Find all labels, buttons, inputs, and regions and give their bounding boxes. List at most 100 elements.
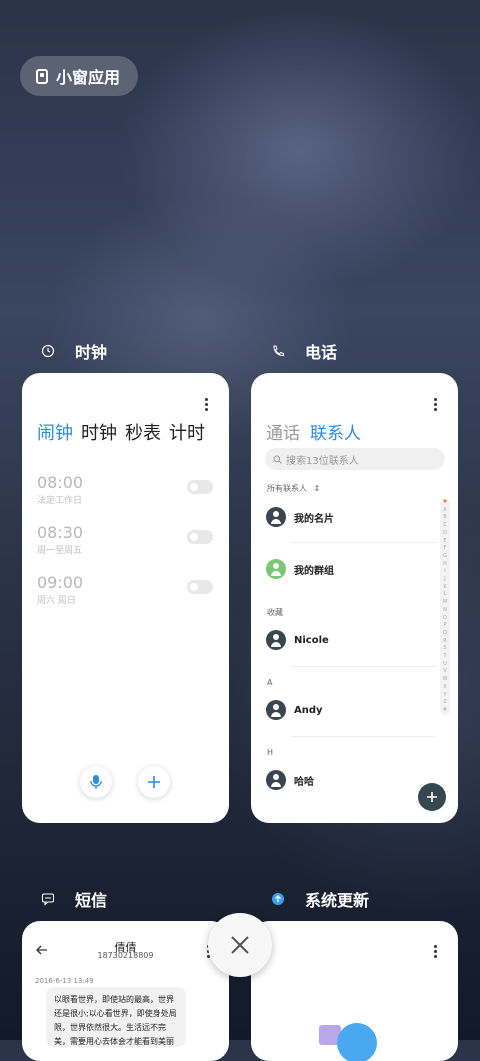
index-letter[interactable]: R	[440, 638, 450, 646]
index-letter[interactable]: Q	[440, 630, 450, 638]
index-letter[interactable]: A	[440, 507, 450, 515]
voice-alarm-button[interactable]	[80, 766, 112, 798]
my-groups-item[interactable]: 我的群组 ›	[266, 559, 448, 579]
index-letter[interactable]: E	[440, 538, 450, 546]
add-contact-button[interactable]	[418, 783, 446, 811]
section-h-label: H	[267, 748, 274, 757]
index-letter[interactable]: #	[440, 707, 450, 715]
my-card-item[interactable]: 我的名片	[266, 507, 334, 527]
index-letter[interactable]: K	[440, 584, 450, 592]
index-letter[interactable]: Y	[440, 692, 450, 700]
avatar	[266, 770, 286, 790]
contact-item[interactable]: 哈哈	[266, 770, 314, 790]
contact-name: Nicole	[294, 634, 329, 646]
avatar	[266, 507, 286, 527]
update-app-card[interactable]	[251, 921, 458, 1061]
tab-timer[interactable]: 计时	[169, 419, 205, 445]
index-letter[interactable]: P	[440, 622, 450, 630]
alphabet-index-scrollbar[interactable]: ♥ A B C D E F G H I J K L M N O P Q R S T U V W X Y Z #	[440, 499, 450, 715]
index-letter[interactable]: F	[440, 545, 450, 553]
index-letter[interactable]: M	[440, 599, 450, 607]
index-letter[interactable]: ♥	[440, 499, 450, 507]
phone-tabs: 通话 联系人	[266, 419, 361, 444]
phone-app-title: 电话	[305, 343, 338, 362]
update-app-header: 系统更新	[271, 887, 369, 911]
contact-name: Andy	[294, 704, 323, 716]
alarm-toggle[interactable]	[187, 580, 213, 594]
close-icon	[231, 936, 249, 954]
index-letter[interactable]: L	[440, 591, 450, 599]
sms-app-header: 短信	[41, 887, 107, 911]
tab-contacts[interactable]: 联系人	[310, 419, 361, 444]
message-bubble: 以眼看世界，即使站的最高，世界还是很小;以心看世界，即使身处局限，世界依然很大。…	[46, 987, 186, 1047]
more-options-icon[interactable]	[434, 398, 438, 411]
favorites-label: 收藏	[267, 608, 283, 617]
close-all-button[interactable]	[208, 913, 272, 977]
update-app-title: 系统更新	[305, 891, 370, 910]
alarm-time: 09:00	[37, 573, 84, 592]
divider	[291, 542, 436, 543]
tab-clock[interactable]: 时钟	[81, 419, 117, 445]
alarm-item[interactable]: 08:30 周一至周五	[37, 523, 83, 556]
index-letter[interactable]: J	[440, 576, 450, 584]
tab-alarm[interactable]: 闹钟	[37, 419, 73, 445]
alarm-repeat: 法定工作日	[37, 496, 83, 506]
index-letter[interactable]: Z	[440, 699, 450, 707]
clock-tabs: 闹钟 时钟 秒表 计时	[37, 419, 205, 445]
tab-stopwatch[interactable]: 秒表	[125, 419, 161, 445]
alarm-toggle[interactable]	[187, 480, 213, 494]
sms-app-title: 短信	[75, 891, 108, 910]
contact-search-input[interactable]: 搜索13位联系人	[265, 448, 445, 470]
index-letter[interactable]: I	[440, 568, 450, 576]
contact-name: 我的群组	[294, 565, 334, 577]
contact-item[interactable]: Nicole	[266, 630, 329, 650]
sms-app-card[interactable]: 倩倩 18730218809 2016-6-13 13:49 以眼看世界，即使站…	[22, 921, 229, 1061]
all-contacts-label: 所有联系人	[267, 484, 307, 493]
index-letter[interactable]: V	[440, 668, 450, 676]
index-letter[interactable]: T	[440, 653, 450, 661]
small-window-icon	[36, 68, 48, 84]
more-options-icon[interactable]	[205, 398, 209, 411]
phone-app-card[interactable]: 通话 联系人 搜索13位联系人 所有联系人 ⇕ 我的名片 我的群组 › 收藏 N…	[251, 373, 458, 823]
index-letter[interactable]: O	[440, 615, 450, 623]
tab-calls[interactable]: 通话	[266, 419, 300, 444]
update-logo-circle	[337, 1023, 377, 1061]
plus-icon	[148, 776, 160, 788]
clock-icon	[41, 344, 55, 358]
sort-icon: ⇕	[313, 484, 321, 493]
contact-item[interactable]: Andy	[266, 700, 323, 720]
clock-app-card[interactable]: 闹钟 时钟 秒表 计时 08:00 法定工作日 08:30 周一至周五 09:0…	[22, 373, 229, 823]
plus-icon	[427, 792, 437, 802]
index-letter[interactable]: B	[440, 514, 450, 522]
alarm-repeat: 周六 周日	[37, 596, 76, 606]
index-letter[interactable]: S	[440, 645, 450, 653]
group-avatar	[266, 559, 286, 579]
index-letter[interactable]: G	[440, 553, 450, 561]
index-letter[interactable]: C	[440, 522, 450, 530]
phone-app-header: 电话	[271, 339, 337, 363]
contact-name: 我的名片	[294, 513, 334, 525]
index-letter[interactable]: U	[440, 661, 450, 669]
alarm-item[interactable]: 08:00 法定工作日	[37, 473, 83, 506]
index-letter[interactable]: X	[440, 684, 450, 692]
alarm-time: 08:30	[37, 523, 84, 542]
alarm-repeat: 周一至周五	[37, 546, 83, 556]
avatar	[266, 630, 286, 650]
index-letter[interactable]: H	[440, 561, 450, 569]
index-letter[interactable]: N	[440, 607, 450, 615]
conversation-phone-number: 18730218809	[97, 951, 154, 960]
divider	[291, 666, 436, 667]
all-contacts-filter[interactable]: 所有联系人 ⇕	[267, 483, 320, 494]
index-letter[interactable]: D	[440, 530, 450, 538]
add-alarm-button[interactable]	[138, 766, 170, 798]
clock-app-title: 时钟	[75, 343, 108, 362]
alarm-toggle[interactable]	[187, 530, 213, 544]
phone-icon	[273, 345, 284, 357]
floating-window-apps-button[interactable]: 小窗应用	[20, 56, 138, 96]
index-letter[interactable]: W	[440, 676, 450, 684]
pill-label: 小窗应用	[56, 68, 121, 87]
divider	[291, 736, 436, 737]
more-options-icon[interactable]	[434, 945, 438, 958]
message-icon	[41, 893, 55, 906]
alarm-item[interactable]: 09:00 周六 周日	[37, 573, 83, 606]
